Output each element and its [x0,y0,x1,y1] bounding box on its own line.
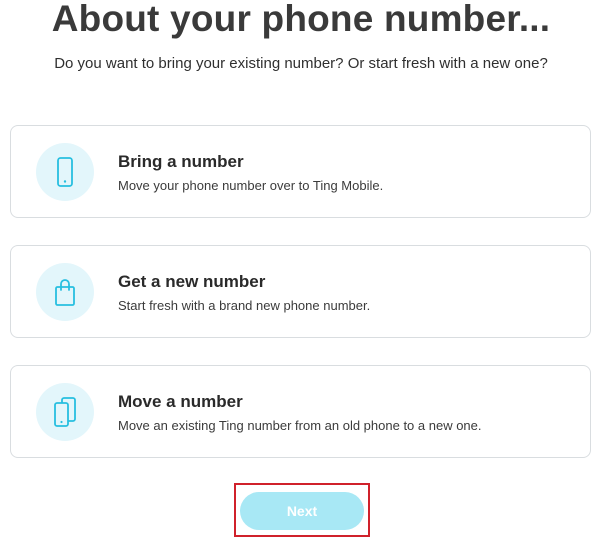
option-description: Move an existing Ting number from an old… [118,418,482,433]
shopping-bag-icon [55,279,75,306]
option-title: Bring a number [118,152,244,171]
icon-circle [36,263,94,321]
option-card-move-number[interactable]: Move a number Move an existing Ting numb… [10,365,591,458]
next-button[interactable]: Next [240,492,364,530]
phone-transfer-icon [54,397,76,427]
next-button-highlight: Next [234,483,370,537]
option-title: Get a new number [118,272,266,291]
option-card-bring-number[interactable]: Bring a number Move your phone number ov… [10,125,591,218]
option-description: Move your phone number over to Ting Mobi… [118,178,384,193]
icon-circle [36,383,94,441]
option-description: Start fresh with a brand new phone numbe… [118,298,371,313]
page-subtitle: Do you want to bring your existing numbe… [54,55,548,72]
smartphone-icon [57,157,73,187]
page-title: About your phone number... [51,0,551,39]
icon-circle [36,143,94,201]
option-title: Move a number [118,392,243,411]
option-card-new-number[interactable]: Get a new number Start fresh with a bran… [10,245,591,338]
phone-number-page: About your phone number... Do you want t… [0,0,602,540]
